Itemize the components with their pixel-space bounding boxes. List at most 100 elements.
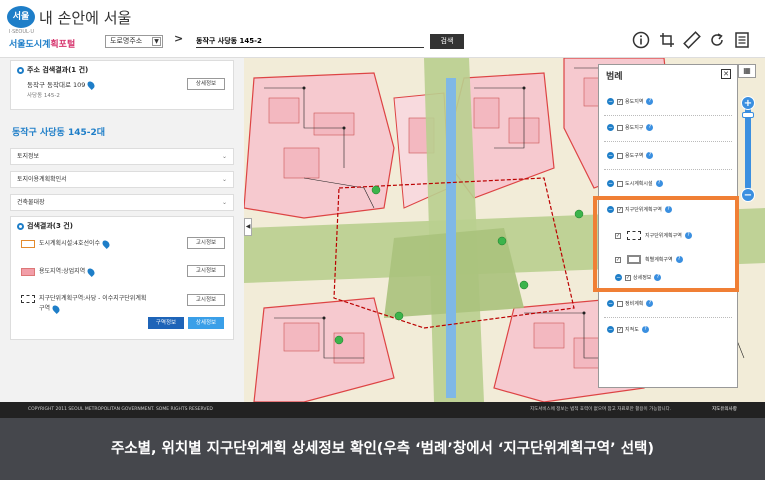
zoom-out-button[interactable]: − [741, 188, 755, 202]
zone-info-button[interactable]: 구역정보 [148, 317, 184, 329]
divider [604, 115, 732, 116]
search-button[interactable]: 검색 [430, 34, 464, 49]
seoul-logo-icon[interactable]: 서울 [7, 6, 35, 28]
notice-info-button[interactable]: 고시정보 [187, 294, 225, 306]
crop-area-icon[interactable] [658, 31, 676, 49]
result-label: 용도지역:상업지역 [39, 268, 86, 275]
checkbox[interactable] [617, 180, 623, 187]
address-road-text: 동작구 동작대로 109 [27, 81, 86, 89]
legend-label: 도시계획시설 [625, 181, 653, 187]
result-row-district-plan-cont: 구역 [39, 303, 61, 314]
copyright: COPYRIGHT 2011 SEOUL METROPOLITAN GOVERN… [28, 407, 213, 412]
location-pin-icon[interactable] [86, 266, 97, 277]
chevron-down-icon: ⌄ [221, 176, 227, 183]
slogan: 내 손안에 서울 [39, 9, 132, 27]
layers-icon[interactable]: ▦ [738, 64, 756, 78]
help-icon[interactable]: ? [646, 124, 654, 131]
chevron-right-icon: > [174, 32, 184, 45]
zoom-slider-knob[interactable] [742, 112, 754, 118]
location-pin-icon[interactable] [101, 238, 111, 249]
detail-info-button[interactable]: 상세정보 [187, 78, 225, 90]
address-type-value: 도로명주소 [110, 37, 143, 45]
help-icon[interactable]: ? [646, 300, 654, 307]
caption: 주소별, 위치별 지구단위계획 상세정보 확인(우측 ‘범례’창에서 ‘지구단위… [0, 418, 765, 480]
address-lot: 사당동 145-2 [27, 93, 60, 99]
divider [604, 169, 732, 170]
detail-info-button-2[interactable]: 상세정보 [188, 317, 224, 329]
legend-item-zone[interactable]: − 용도구역? [607, 152, 654, 159]
facility-swatch [21, 239, 35, 248]
result-row-facility[interactable]: 도시계획시설:4호선이수 [21, 238, 111, 249]
chevron-down-icon: ▼ [152, 37, 161, 46]
checkbox[interactable] [617, 300, 623, 307]
search-result-title-text: 검색결과(3 건) [27, 222, 73, 230]
legend-title: 범례 [606, 72, 623, 82]
accordion-label: 토지이용계획확인서 [17, 176, 67, 183]
legend-item-district[interactable]: − 용도지구? [607, 124, 654, 131]
checkbox[interactable]: ✓ [617, 326, 623, 333]
panel-collapse-button[interactable]: ◀ [244, 218, 252, 236]
zoom-in-button[interactable]: + [741, 96, 755, 110]
legend-label: 용도구역 [625, 153, 644, 159]
search-result-card: 검색결과(3 건) 도시계획시설:4호선이수 고시정보 용도지역:상업지역 고시… [10, 216, 234, 340]
legend-label: 정비계획 [625, 301, 644, 307]
minus-circle-icon[interactable]: − [607, 152, 614, 159]
refresh-icon[interactable] [708, 31, 726, 49]
minus-circle-icon[interactable]: − [607, 180, 614, 187]
address-result-title: 주소 검색결과(1 건) [17, 65, 88, 75]
accordion-land-info[interactable]: 토지정보 ⌄ [10, 148, 234, 165]
notice-info-button[interactable]: 고시정보 [187, 237, 225, 249]
checkbox[interactable] [617, 152, 623, 159]
legend-item-redevelopment[interactable]: − 정비계획? [607, 300, 654, 307]
zoning-swatch [21, 267, 35, 276]
minus-circle-icon[interactable]: − [607, 300, 614, 307]
map-notice: 지도서비스에 정보는 법적 효력이 없으며 참고 자료로만 활용이 가능합니다. [530, 407, 672, 412]
legend-label: 용도지역 [625, 99, 644, 105]
result-row-zoning[interactable]: 용도지역:상업지역 [21, 266, 97, 277]
address-road[interactable]: 동작구 동작대로 109 [27, 79, 97, 90]
result-label: 지구단위계획구역:사당 - 이수지구단위계획 [39, 295, 147, 302]
minus-circle-icon[interactable]: − [607, 124, 614, 131]
legend-highlight-box [593, 196, 739, 292]
location-pin-icon[interactable] [86, 80, 97, 90]
document-icon[interactable] [733, 31, 751, 49]
legend-item-facility[interactable]: − 도시계획시설? [607, 180, 663, 187]
notice-info-button[interactable]: 고시정보 [187, 265, 225, 277]
search-input[interactable] [196, 35, 424, 48]
address-result-card: 주소 검색결과(1 건) 동작구 동작대로 109 사당동 145-2 상세정보 [10, 60, 234, 110]
accordion-label: 토지정보 [17, 153, 40, 160]
info-icon[interactable] [632, 31, 650, 49]
accordion-land-use-plan[interactable]: 토지이용계획확인서 ⌄ [10, 171, 234, 188]
close-icon[interactable]: ✕ [721, 69, 731, 79]
legend-item-cadastral[interactable]: − ✓ 지적도? [607, 326, 649, 333]
help-icon[interactable]: ? [641, 326, 649, 333]
address-type-select[interactable]: 도로명주소 ▼ [105, 35, 163, 48]
help-icon[interactable]: ? [646, 152, 654, 159]
bullet-icon [17, 66, 24, 74]
search-result-title: 검색결과(3 건) [17, 221, 73, 231]
map-notice-link[interactable]: 지도유의사항 [712, 402, 737, 418]
left-panel: 주소 검색결과(1 건) 동작구 동작대로 109 사당동 145-2 상세정보… [0, 58, 244, 402]
result-label: 도시계획시설:4호선이수 [39, 240, 101, 247]
location-pin-icon[interactable] [51, 303, 61, 314]
help-icon[interactable]: ? [655, 180, 663, 187]
portal-logo-text-a: 서울도시계 [9, 40, 51, 50]
bullet-icon [17, 222, 24, 230]
accordion-building-register[interactable]: 건축물대장 ⌄ [10, 194, 234, 211]
address-result-title-text: 주소 검색결과(1 건) [27, 66, 89, 74]
help-icon[interactable]: ? [646, 98, 654, 105]
checkbox[interactable] [617, 124, 623, 131]
divider [604, 141, 732, 142]
legend-item-zoning[interactable]: − ✓ 용도지역? [607, 98, 654, 105]
portal-logo[interactable]: 서울도시계획포털 [9, 37, 75, 50]
ruler-icon[interactable] [683, 31, 701, 49]
result-row-district-plan[interactable]: 지구단위계획구역:사당 - 이수지구단위계획 [21, 293, 146, 303]
checkbox[interactable]: ✓ [617, 98, 623, 105]
minus-circle-icon[interactable]: − [607, 326, 614, 333]
header: 서울 내 손안에 서울 I·SEOUL·U 서울도시계획포털 도로명주소 ▼ >… [0, 0, 765, 58]
legend-label: 지적도 [625, 327, 639, 333]
minus-circle-icon[interactable]: − [607, 98, 614, 105]
accordion-label: 건축물대장 [17, 199, 45, 206]
lot-title: 동작구 사당동 145-2대 [12, 128, 106, 138]
chevron-down-icon: ⌄ [221, 199, 227, 206]
